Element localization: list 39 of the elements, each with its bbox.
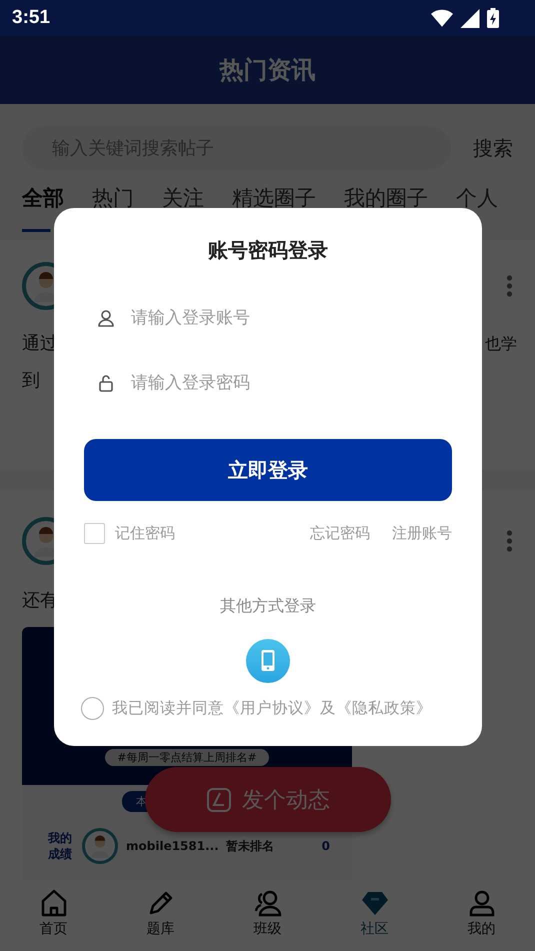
- nav-item[interactable]: 我的: [446, 888, 516, 951]
- post-text: 到: [22, 370, 40, 392]
- category-tab[interactable]: 全部: [22, 186, 64, 232]
- battery-icon: [487, 8, 499, 28]
- password-field[interactable]: 请输入登录密码: [131, 373, 452, 393]
- status-time: 3:51: [12, 7, 50, 29]
- agreement-text: 我已阅读并同意《用户协议》及《隐私政策》: [112, 698, 432, 718]
- phone-login-icon[interactable]: [246, 639, 290, 683]
- nav-item[interactable]: 社区: [340, 888, 410, 951]
- more-icon[interactable]: [506, 275, 513, 297]
- nav-item[interactable]: 题库: [126, 888, 196, 951]
- text-link[interactable]: 忘记密码: [310, 524, 370, 542]
- nav-item[interactable]: 班级: [232, 888, 302, 951]
- people-icon: [252, 888, 282, 918]
- score-text: 0: [322, 839, 330, 853]
- ranking-label: 我的成绩: [48, 830, 73, 862]
- nav-item[interactable]: 首页: [18, 888, 88, 951]
- user-icon: [97, 309, 115, 327]
- account-field[interactable]: 请输入登录账号: [131, 308, 452, 328]
- avatar: [82, 828, 118, 864]
- wifi-icon: [431, 8, 453, 28]
- edit-icon: [206, 786, 232, 812]
- login-button[interactable]: 立即登录: [84, 439, 452, 501]
- page-title: 热门资讯: [220, 55, 316, 86]
- agree-radio[interactable]: [81, 696, 104, 720]
- more-icon[interactable]: [506, 530, 513, 552]
- user-name: mobile1581...: [126, 839, 218, 853]
- post-text: 也学: [485, 333, 517, 355]
- other-login-label: 其他方式登录: [219, 595, 317, 617]
- search-button[interactable]: 搜索: [473, 126, 513, 170]
- signal-icon: [459, 8, 481, 28]
- lock-icon: [97, 374, 115, 392]
- remember-label: 记住密码: [115, 524, 175, 542]
- ranking-tag: #每周一零点结算上周排名#: [105, 749, 269, 766]
- rank-text: 暂未排名: [226, 838, 275, 854]
- text-link[interactable]: 注册账号: [392, 524, 452, 542]
- post-button[interactable]: 发个动态: [145, 767, 391, 832]
- remember-checkbox[interactable]: [84, 522, 105, 544]
- dialog-title: 账号密码登录: [207, 238, 329, 262]
